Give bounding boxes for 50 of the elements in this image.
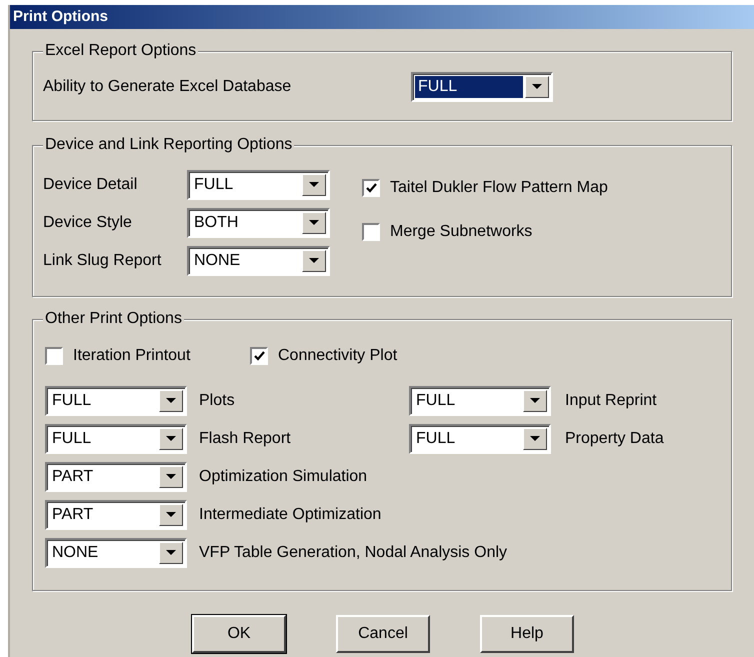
dropdown[interactable]: BOTH [187, 208, 330, 238]
dialog-button[interactable]: OK [192, 615, 286, 653]
checkbox[interactable] [250, 347, 268, 365]
field-label: Intermediate Optimization [199, 505, 382, 525]
dropdown[interactable]: FULL [409, 424, 551, 454]
dropdown[interactable]: FULL [411, 72, 553, 102]
dropdown[interactable]: FULL [409, 386, 551, 416]
dropdown[interactable]: FULL [187, 170, 330, 200]
dropdown[interactable]: PART [45, 500, 187, 530]
field-label: Plots [199, 391, 235, 411]
group-title: Excel Report Options [43, 41, 198, 61]
field-label: Input Reprint [565, 391, 657, 411]
dropdown-value: FULL [415, 391, 456, 411]
checkbox-label: Merge Subnetworks [390, 222, 532, 242]
dropdown-value: FULL [415, 429, 456, 449]
dropdown-value: BOTH [193, 213, 240, 233]
checkbox-label: Connectivity Plot [278, 346, 398, 366]
dropdown[interactable]: FULL [45, 386, 187, 416]
group-title: Device and Link Reporting Options [43, 135, 294, 155]
dialog-button[interactable]: Cancel [336, 615, 430, 653]
dropdown-value: FULL [51, 391, 92, 411]
dropdown-value: FULL [193, 175, 234, 195]
dropdown-value: FULL [415, 76, 523, 98]
field-label: VFP Table Generation, Nodal Analysis Only [199, 543, 508, 563]
dropdown-value: PART [51, 505, 94, 525]
checkbox[interactable] [45, 347, 63, 365]
checkbox-label: Taitel Dukler Flow Pattern Map [390, 178, 608, 198]
field-label: Optimization Simulation [199, 467, 368, 487]
group-title: Other Print Options [43, 309, 184, 329]
field-label: Link Slug Report [43, 251, 162, 271]
dropdown[interactable]: NONE [45, 538, 187, 568]
checkbox[interactable] [362, 223, 380, 241]
window-title: Print Options [13, 6, 108, 27]
dropdown-value: NONE [51, 543, 100, 563]
dropdown[interactable]: NONE [187, 246, 330, 276]
checkmark-icon [254, 351, 264, 361]
dialog-button[interactable]: Help [480, 615, 574, 653]
field-label: Device Style [43, 213, 133, 233]
dropdown-value: FULL [51, 429, 92, 449]
checkmark-icon [366, 183, 376, 193]
field-label: Device Detail [43, 175, 138, 195]
checkbox[interactable] [362, 179, 380, 197]
checkbox-label: Iteration Printout [73, 346, 190, 366]
field-label: Flash Report [199, 429, 291, 449]
dropdown[interactable]: FULL [45, 424, 187, 454]
field-label: Ability to Generate Excel Database [43, 77, 292, 97]
dropdown-value: PART [51, 467, 94, 487]
dropdown-value: NONE [193, 251, 242, 271]
dropdown[interactable]: PART [45, 462, 187, 492]
field-label: Property Data [565, 429, 664, 449]
